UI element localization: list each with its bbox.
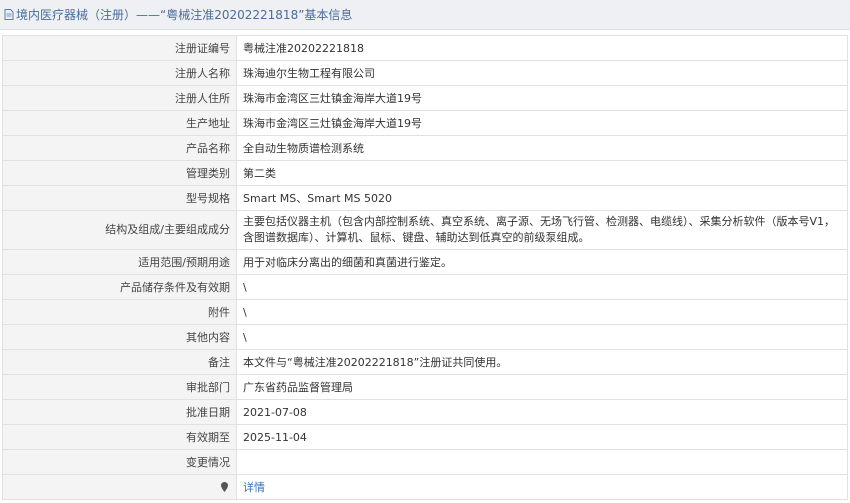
row-label: 备注 (2, 349, 237, 375)
table-row: 备注 本文件与“粤械注准20202221818”注册证共同使用。 (2, 349, 848, 375)
row-value: Smart MS、Smart MS 5020 (236, 185, 848, 211)
row-label: 结构及组成/主要组成成分 (2, 210, 237, 250)
table-row: 有效期至 2025-11-04 (2, 424, 848, 450)
table-row: 注册证编号 粤械注准20202221818 (2, 35, 848, 61)
info-table-container: 注册证编号 粤械注准20202221818 注册人名称 珠海迪尔生物工程有限公司… (2, 35, 848, 500)
row-value: \ (236, 274, 848, 300)
footer-value-cell: 详情 (236, 474, 848, 500)
footer-label-cell (2, 474, 237, 500)
row-label: 注册人住所 (2, 85, 237, 111)
row-value: 本文件与“粤械注准20202221818”注册证共同使用。 (236, 349, 848, 375)
document-icon (4, 9, 14, 20)
row-label: 批准日期 (2, 399, 237, 425)
page-title: 境内医疗器械（注册）——“粤械注准20202221818”基本信息 (16, 8, 353, 22)
table-row: 批准日期 2021-07-08 (2, 399, 848, 425)
table-row: 生产地址 珠海市金湾区三灶镇金海岸大道19号 (2, 110, 848, 136)
table-row: 结构及组成/主要组成成分 主要包括仪器主机（包含内部控制系统、真空系统、离子源、… (2, 210, 848, 250)
row-label: 产品名称 (2, 135, 237, 161)
row-value: \ (236, 324, 848, 350)
details-link[interactable]: 详情 (243, 481, 265, 494)
row-label: 附件 (2, 299, 237, 325)
row-label: 适用范围/预期用途 (2, 249, 237, 275)
table-row: 管理类别 第二类 (2, 160, 848, 186)
info-table: 注册证编号 粤械注准20202221818 注册人名称 珠海迪尔生物工程有限公司… (2, 35, 848, 500)
row-label: 管理类别 (2, 160, 237, 186)
table-row: 产品名称 全自动生物质谱检测系统 (2, 135, 848, 161)
row-label: 有效期至 (2, 424, 237, 450)
table-row: 注册人名称 珠海迪尔生物工程有限公司 (2, 60, 848, 86)
row-value: 2025-11-04 (236, 424, 848, 450)
row-value: 粤械注准20202221818 (236, 35, 848, 61)
table-row: 变更情况 (2, 449, 848, 475)
row-label: 变更情况 (2, 449, 237, 475)
row-label: 注册证编号 (2, 35, 237, 61)
row-label: 注册人名称 (2, 60, 237, 86)
row-value: 全自动生物质谱检测系统 (236, 135, 848, 161)
table-row: 附件 \ (2, 299, 848, 325)
table-row-footer: 详情 (2, 474, 848, 500)
row-value: 2021-07-08 (236, 399, 848, 425)
table-row: 适用范围/预期用途 用于对临床分离出的细菌和真菌进行鉴定。 (2, 249, 848, 275)
row-value: 用于对临床分离出的细菌和真菌进行鉴定。 (236, 249, 848, 275)
row-value: 珠海市金湾区三灶镇金海岸大道19号 (236, 85, 848, 111)
row-value: 珠海市金湾区三灶镇金海岸大道19号 (236, 110, 848, 136)
row-label: 生产地址 (2, 110, 237, 136)
row-label: 审批部门 (2, 374, 237, 400)
map-pin-icon (221, 481, 228, 492)
row-value: 主要包括仪器主机（包含内部控制系统、真空系统、离子源、无场飞行管、检测器、电缆线… (236, 210, 848, 250)
row-label: 产品储存条件及有效期 (2, 274, 237, 300)
table-row: 其他内容 \ (2, 324, 848, 350)
table-row: 产品储存条件及有效期 \ (2, 274, 848, 300)
page-header: 境内医疗器械（注册）——“粤械注准20202221818”基本信息 (0, 0, 850, 30)
row-label: 型号规格 (2, 185, 237, 211)
row-value (236, 449, 848, 475)
table-row: 审批部门 广东省药品监督管理局 (2, 374, 848, 400)
row-value: 珠海迪尔生物工程有限公司 (236, 60, 848, 86)
row-label: 其他内容 (2, 324, 237, 350)
row-value: 第二类 (236, 160, 848, 186)
row-value: \ (236, 299, 848, 325)
table-row: 型号规格 Smart MS、Smart MS 5020 (2, 185, 848, 211)
table-row: 注册人住所 珠海市金湾区三灶镇金海岸大道19号 (2, 85, 848, 111)
row-value: 广东省药品监督管理局 (236, 374, 848, 400)
